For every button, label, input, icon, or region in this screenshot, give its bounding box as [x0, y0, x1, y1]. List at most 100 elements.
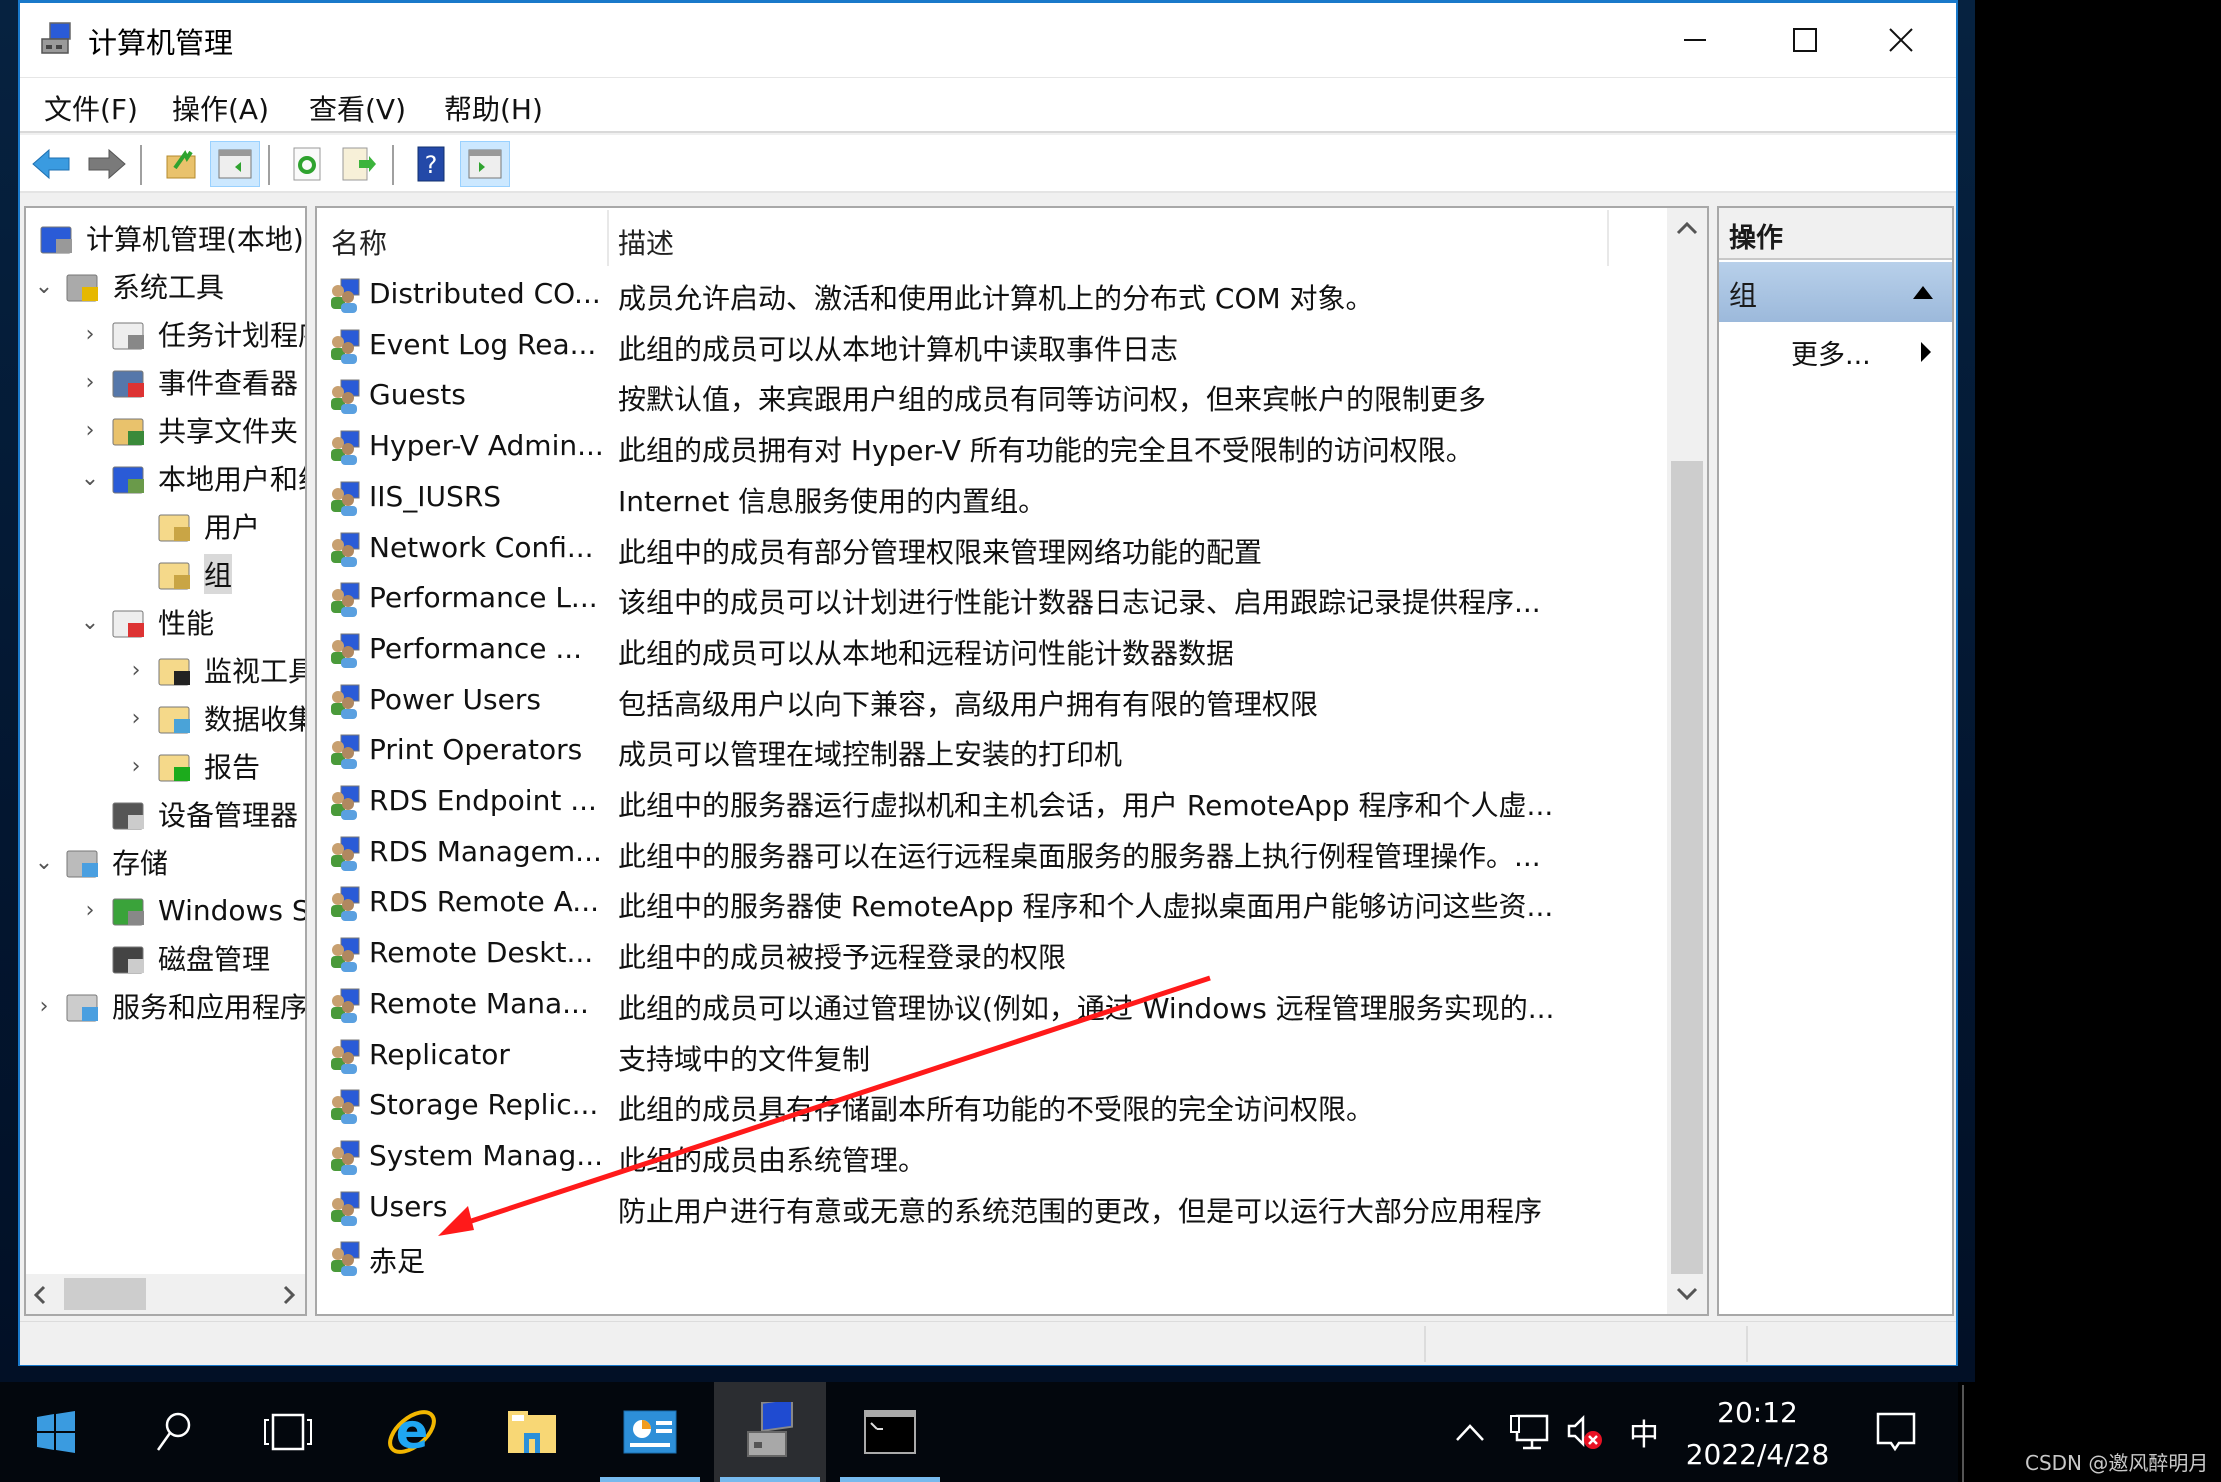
group-row[interactable]: Replicator 支持域中的文件复制 [317, 1031, 1677, 1081]
task-view-button[interactable] [232, 1382, 344, 1482]
tree-item[interactable]: 磁盘管理 [76, 934, 270, 982]
chevron-right-icon[interactable]: › [30, 992, 58, 1020]
group-row[interactable]: RDS Endpoint ... 此组中的服务器运行虚拟机和主机会话，用户 Rem… [317, 777, 1677, 827]
computer-management-taskbar-button[interactable] [714, 1382, 826, 1482]
vertical-scrollbar[interactable] [1667, 208, 1707, 1314]
tree-item[interactable]: › 服务和应用程序 [30, 982, 305, 1030]
chevron-down-icon[interactable]: ⌄ [30, 848, 58, 876]
tree-item[interactable]: 计算机管理(本地) [32, 214, 304, 262]
volume-button[interactable] [1562, 1382, 1608, 1482]
chevron-right-icon[interactable]: › [76, 320, 104, 348]
group-row[interactable]: Network Confi... 此组中的成员有部分管理权限来管理网络功能的配置 [317, 524, 1677, 574]
tree-item[interactable]: ⌄ 系统工具 [30, 262, 224, 310]
chevron-right-icon[interactable]: › [76, 896, 104, 924]
minimize-button[interactable] [1640, 3, 1750, 77]
actions-more-item[interactable]: 更多... [1791, 333, 1871, 372]
show-hidden-icons-button[interactable] [1448, 1382, 1492, 1482]
group-row[interactable]: Remote Deskt... 此组中的成员被授予远程登录的权限 [317, 929, 1677, 979]
help-button[interactable]: ? [406, 141, 456, 187]
chevron-down-icon[interactable]: ⌄ [76, 464, 104, 492]
chevron-down-icon[interactable]: ⌄ [30, 272, 58, 300]
close-button[interactable] [1846, 3, 1956, 77]
menu-view[interactable]: 查看(V) [309, 88, 406, 128]
tree-item-label: 事件查看器 [158, 367, 299, 400]
up-one-level-button[interactable] [156, 141, 206, 187]
show-hide-console-tree-button[interactable] [210, 141, 260, 187]
search-button[interactable] [118, 1382, 230, 1482]
group-row[interactable]: Power Users 包括高级用户以向下兼容，高级用户拥有有限的管理权限 [317, 676, 1677, 726]
scroll-up-icon[interactable] [1675, 220, 1699, 236]
group-row[interactable]: System Manag... 此组的成员由系统管理。 [317, 1132, 1677, 1182]
tree-item[interactable]: 用户 [122, 502, 260, 550]
tree-item[interactable]: › Windows Server Backup [76, 886, 305, 934]
tree-item[interactable]: ⌄ 性能 [76, 598, 214, 646]
column-divider[interactable] [1607, 210, 1609, 266]
command-prompt-button[interactable] [834, 1382, 946, 1482]
server-manager-button[interactable] [594, 1382, 706, 1482]
back-button[interactable] [26, 141, 76, 187]
group-row[interactable]: 赤足 [317, 1233, 1677, 1283]
tree-item[interactable]: ⌄ 本地用户和组 [76, 454, 305, 502]
group-row[interactable]: Performance ... 此组的成员可以从本地和远程访问性能计数器数据 [317, 625, 1677, 675]
menu-action[interactable]: 操作(A) [172, 88, 269, 128]
clock-time: 20:12 [1717, 1396, 1798, 1429]
export-list-button[interactable] [334, 141, 384, 187]
group-row[interactable]: Event Log Rea... 此组的成员可以从本地计算机中读取事件日志 [317, 321, 1677, 371]
tree-item[interactable]: › 任务计划程序 [76, 310, 305, 358]
tree-item[interactable]: › 共享文件夹 [76, 406, 298, 454]
chevron-right-icon[interactable]: › [122, 656, 150, 684]
scroll-right-icon[interactable] [281, 1284, 297, 1306]
title-bar[interactable]: 计算机管理 [20, 3, 1956, 77]
menu-file[interactable]: 文件(F) [44, 88, 138, 128]
chevron-right-icon[interactable]: › [76, 368, 104, 396]
group-row[interactable]: IIS_IUSRS Internet 信息服务使用的内置组。 [317, 473, 1677, 523]
group-row[interactable]: Users 防止用户进行有意或无意的系统范围的更改，但是可以运行大部分应用程序 [317, 1183, 1677, 1233]
internet-explorer-button[interactable]: e [356, 1382, 468, 1482]
group-row[interactable]: Guests 按默认值，来宾跟用户组的成员有同等访问权，但来宾帐户的限制更多 [317, 371, 1677, 421]
group-row[interactable]: Print Operators 成员可以管理在域控制器上安装的打印机 [317, 726, 1677, 776]
file-explorer-button[interactable] [476, 1382, 588, 1482]
scroll-down-icon[interactable] [1675, 1286, 1699, 1302]
collapse-triangle-icon[interactable] [1912, 284, 1934, 300]
group-row[interactable]: RDS Managem... 此组中的服务器可以在运行远程桌面服务的服务器上执行例… [317, 828, 1677, 878]
group-row[interactable]: Hyper-V Admin... 此组的成员拥有对 Hyper-V 所有功能的完全… [317, 422, 1677, 472]
tree-item[interactable]: › 数据收集器集 [122, 694, 305, 742]
start-button[interactable] [0, 1382, 112, 1482]
menu-help[interactable]: 帮助(H) [444, 88, 543, 128]
tree-item[interactable]: › 监视工具 [122, 646, 305, 694]
horizontal-scrollbar[interactable] [26, 1274, 305, 1314]
clock[interactable]: 20:12 2022/4/28 [1670, 1392, 1845, 1476]
submenu-arrow-icon [1921, 342, 1931, 362]
group-row[interactable]: RDS Remote A... 此组中的服务器使 RemoteApp 程序和个人虚… [317, 878, 1677, 928]
column-header-name[interactable]: 名称 [331, 222, 387, 262]
group-icon [331, 1191, 360, 1226]
refresh-button[interactable] [282, 141, 332, 187]
group-row[interactable]: Remote Mana... 此组的成员可以通过管理协议(例如，通过 Window… [317, 980, 1677, 1030]
group-icon [331, 582, 360, 618]
tree-item[interactable]: ⌄ 存储 [30, 838, 168, 886]
scroll-thumb[interactable] [1671, 461, 1703, 1274]
scroll-thumb[interactable] [64, 1278, 146, 1310]
column-header-description[interactable]: 描述 [618, 222, 674, 262]
input-method-indicator[interactable]: 中 [1622, 1382, 1666, 1482]
chevron-right-icon[interactable]: › [122, 704, 150, 732]
chevron-right-icon[interactable]: › [76, 416, 104, 444]
chevron-down-icon[interactable]: ⌄ [76, 608, 104, 636]
network-status-button[interactable] [1506, 1382, 1552, 1482]
tree-item[interactable]: › 报告 [122, 742, 260, 790]
group-row[interactable]: Performance L... 该组中的成员可以计划进行性能计数器日志记录、启用… [317, 574, 1677, 624]
scroll-left-icon[interactable] [32, 1284, 48, 1306]
forward-button[interactable] [82, 141, 132, 187]
group-row[interactable]: Distributed CO... 成员允许启动、激活和使用此计算机上的分布式 C… [317, 270, 1677, 320]
chevron-right-icon[interactable]: › [122, 752, 150, 780]
actions-group-section[interactable]: 组 [1719, 262, 1952, 322]
tree-item[interactable]: 设备管理器 [76, 790, 298, 838]
show-hide-action-pane-button[interactable] [460, 141, 510, 187]
maximize-button[interactable] [1750, 3, 1860, 77]
action-center-button[interactable] [1870, 1382, 1922, 1482]
group-icon [331, 785, 360, 820]
tree-item[interactable]: › 事件查看器 [76, 358, 298, 406]
tree-item[interactable]: 组 [122, 550, 233, 598]
group-row[interactable]: Storage Replic... 此组的成员具有存储副本所有功能的不受限的完全访… [317, 1081, 1677, 1131]
column-divider[interactable] [607, 210, 609, 266]
